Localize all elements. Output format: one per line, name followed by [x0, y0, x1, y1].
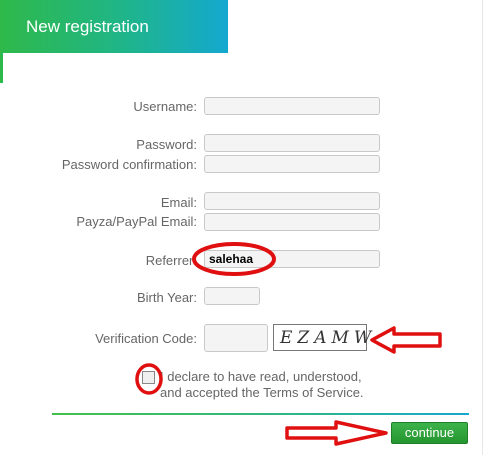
email-input[interactable]: [204, 192, 380, 210]
header-accent: [0, 53, 3, 83]
birth-year-input[interactable]: [204, 287, 260, 305]
username-input[interactable]: [204, 97, 380, 115]
terms-checkbox[interactable]: [142, 371, 155, 384]
terms-line-1: I declare to have read, understood,: [160, 369, 362, 384]
username-label: Username:: [133, 99, 197, 114]
verification-code-input[interactable]: [204, 324, 268, 352]
referrer-value: salehaa: [209, 252, 254, 266]
payza-paypal-email-input[interactable]: [204, 213, 380, 231]
email-label: Email:: [160, 195, 197, 210]
birth-year-label: Birth Year:: [137, 290, 197, 305]
continue-arrow-annotation: [285, 420, 388, 446]
password-confirm-label: Password confirmation:: [61, 157, 197, 172]
page-title: New registration: [0, 0, 228, 53]
password-input[interactable]: [204, 134, 380, 152]
referrer-input[interactable]: salehaa: [204, 250, 380, 268]
form-divider: [52, 413, 469, 415]
panel-border: [482, 0, 483, 455]
continue-button[interactable]: continue: [391, 422, 468, 444]
password-label: Password:: [136, 137, 197, 152]
verification-code-label: Verification Code:: [95, 331, 197, 346]
captcha-image: EZAMW: [273, 324, 371, 351]
referrer-label: Referrer:: [145, 253, 197, 268]
password-confirm-input[interactable]: [204, 155, 380, 173]
captcha-arrow-annotation: [370, 326, 442, 354]
terms-text: I declare to have read, understood, and …: [160, 369, 364, 401]
payza-paypal-email-label: Payza/PayPal Email:: [76, 214, 197, 229]
terms-line-2: and accepted the Terms of Service.: [160, 385, 364, 400]
